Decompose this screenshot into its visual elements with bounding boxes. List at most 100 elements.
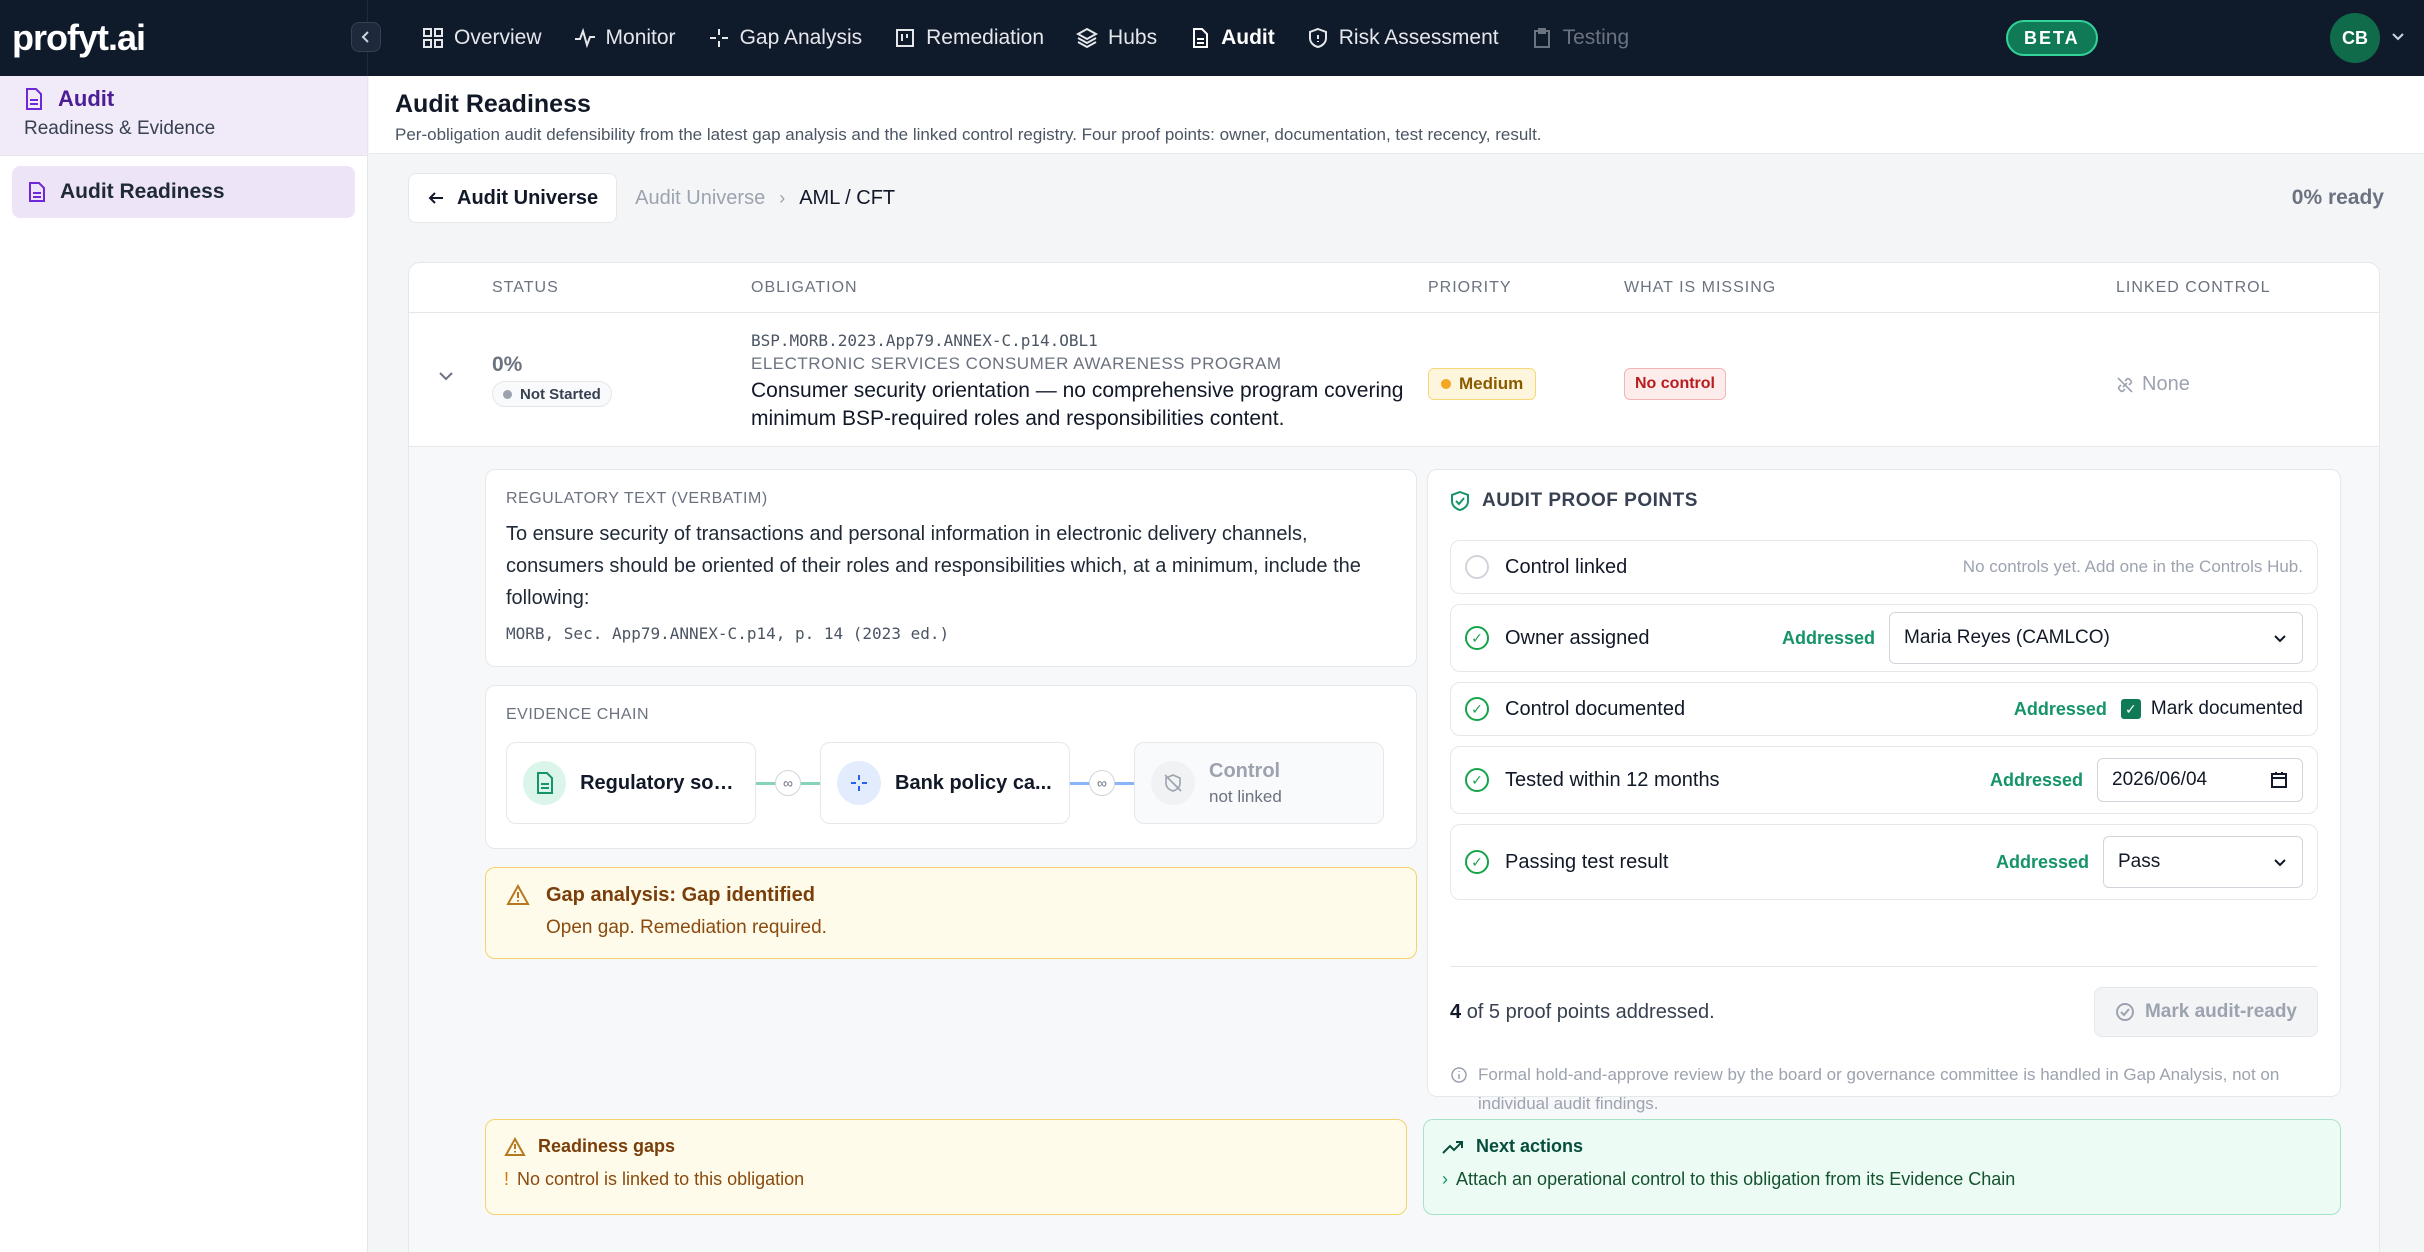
regulatory-text-label: REGULATORY TEXT (VERBATIM) <box>506 490 768 507</box>
nav-label: Remediation <box>926 26 1045 49</box>
mark-documented-checkbox[interactable]: ✓ <box>2120 699 2141 719</box>
document-icon <box>523 761 567 805</box>
sparkle-icon <box>709 29 728 47</box>
evidence-node-label: Control <box>1209 759 1281 782</box>
proof-note: No controls yet. Add one in the Controls… <box>1962 557 2303 576</box>
layers-icon <box>1076 27 1099 49</box>
back-button-label: Audit Universe <box>457 186 599 209</box>
breadcrumb: Audit Universe Audit Universe › AML / CF… <box>408 172 2384 224</box>
evidence-node-bank-policy[interactable]: Bank policy ca... <box>820 742 1070 824</box>
mark-audit-ready-button[interactable]: Mark audit-ready <box>2093 987 2318 1037</box>
priority-badge: Medium <box>1428 368 1537 400</box>
proof-status: Addressed <box>2013 698 2107 719</box>
nav-overview[interactable]: Overview <box>406 16 558 60</box>
row-expand-toggle[interactable] <box>437 367 455 390</box>
linked-control-value: None <box>2142 373 2190 395</box>
evidence-node-sub: not linked <box>1209 786 1282 806</box>
info-icon <box>1451 1067 1467 1083</box>
chevron-down-icon <box>2392 33 2404 41</box>
nav-gap-analysis[interactable]: Gap Analysis <box>692 16 879 60</box>
back-button[interactable]: Audit Universe <box>408 173 618 223</box>
proof-count: 4 of 5 proof points addressed. <box>1450 1001 1715 1024</box>
user-avatar[interactable]: CB <box>2330 13 2380 63</box>
proof-row-owner-assigned: ✓ Owner assigned Addressed Maria Reyes (… <box>1450 604 2318 672</box>
sidebar-section-title: Audit <box>58 86 115 111</box>
shield-off-icon <box>1151 761 1195 805</box>
evidence-node-regulatory-source[interactable]: Regulatory sou... <box>506 742 756 824</box>
table-row[interactable]: 0% Not Started BSP.MORB.2023.App79.ANNEX… <box>409 313 2379 447</box>
sidebar-section-header: Audit Readiness & Evidence <box>0 76 367 156</box>
shield-icon <box>1308 27 1327 49</box>
test-date-input[interactable]: 2026/06/04 <box>2097 758 2303 802</box>
proof-status-icon <box>1465 555 1489 579</box>
brand-logo[interactable]: profyt.ai <box>12 17 146 59</box>
owner-select-value: Maria Reyes (CAMLCO) <box>1904 627 2110 648</box>
file-icon <box>29 182 45 202</box>
row-details: REGULATORY TEXT (VERBATIM) To ensure sec… <box>409 447 2379 1252</box>
obligation-title: Consumer security orientation — no compr… <box>751 379 1404 430</box>
nav-remediation[interactable]: Remediation <box>878 16 1060 60</box>
nav-label: Overview <box>454 26 542 49</box>
evidence-chain-label: EVIDENCE CHAIN <box>506 706 650 723</box>
sidebar-section-subtitle: Readiness & Evidence <box>24 118 216 139</box>
proof-row-passing-result: ✓ Passing test result Addressed Pass <box>1450 824 2318 900</box>
proof-label: Control linked <box>1505 555 1628 578</box>
proof-label: Control documented <box>1505 697 1686 720</box>
sidebar-collapse-button[interactable] <box>351 22 381 52</box>
readiness-percent: 0% ready <box>2291 186 2384 209</box>
warning-icon <box>504 1136 526 1156</box>
breadcrumb-current: AML / CFT <box>799 186 896 209</box>
sidebar-item-audit-readiness[interactable]: Audit Readiness <box>12 166 355 218</box>
nav-risk-assessment[interactable]: Risk Assessment <box>1291 16 1515 60</box>
chevron-down-icon <box>2274 635 2286 643</box>
page-subtitle: Per-obligation audit defensibility from … <box>395 125 1542 144</box>
proof-status: Addressed <box>1995 851 2089 872</box>
check-circle-icon: ✓ <box>1465 768 1489 792</box>
shield-check-icon <box>1451 490 1469 512</box>
user-menu-toggle[interactable] <box>2390 28 2406 49</box>
nav-hubs[interactable]: Hubs <box>1060 16 1173 60</box>
sparkle-icon <box>837 761 881 805</box>
chevron-right-icon: › <box>779 187 786 208</box>
check-circle-icon <box>2115 1003 2134 1021</box>
nav-monitor[interactable]: Monitor <box>558 16 692 60</box>
proof-count-suffix: of 5 proof points addressed. <box>1466 1000 1715 1023</box>
proof-row-tested: ✓ Tested within 12 months Addressed 2026… <box>1450 746 2318 814</box>
proof-row-control-documented: ✓ Control documented Addressed ✓ Mark do… <box>1450 682 2318 736</box>
evidence-node-label: Bank policy ca... <box>895 771 1052 794</box>
next-action-item[interactable]: › Attach an operational control to this o… <box>1442 1169 2322 1190</box>
nav-label: Monitor <box>605 26 676 49</box>
proof-status: Addressed <box>1781 627 1875 648</box>
nav-label: Risk Assessment <box>1338 26 1499 49</box>
nav-testing[interactable]: Testing <box>1515 16 1646 60</box>
owner-select[interactable]: Maria Reyes (CAMLCO) <box>1889 612 2303 664</box>
row-percent: 0% <box>492 353 523 376</box>
obligation-code: BSP.MORB.2023.App79.ANNEX-C.p14.OBL1 <box>751 331 1098 350</box>
evidence-node-control[interactable]: Control not linked <box>1134 742 1384 824</box>
chevron-left-icon <box>361 31 369 43</box>
nav-label: Testing <box>1562 26 1630 49</box>
linked-control: None <box>2116 373 2190 396</box>
grid-icon <box>423 28 443 48</box>
proof-row-control-linked: Control linked No controls yet. Add one … <box>1450 540 2318 594</box>
sidebar-item-label: Audit Readiness <box>60 180 225 203</box>
table-header: STATUS OBLIGATION PRIORITY WHAT IS MISSI… <box>409 263 2379 313</box>
chain-link: ∞ <box>1070 763 1134 803</box>
file-icon <box>1193 28 1209 48</box>
governance-note: Formal hold-and-approve review by the bo… <box>1450 1060 2318 1118</box>
proof-label: Passing test result <box>1505 850 1669 873</box>
mark-documented-label[interactable]: Mark documented <box>2151 698 2303 720</box>
test-result-select[interactable]: Pass <box>2103 836 2303 888</box>
test-result-value: Pass <box>2118 851 2161 872</box>
nav-audit[interactable]: Audit <box>1173 16 1291 60</box>
page-title: Audit Readiness <box>395 90 591 118</box>
header-status: STATUS <box>492 279 559 296</box>
obligations-table: STATUS OBLIGATION PRIORITY WHAT IS MISSI… <box>408 262 2380 1252</box>
proof-points-title-label: AUDIT PROOF POINTS <box>1482 490 1698 511</box>
header-obligation: OBLIGATION <box>751 279 858 296</box>
chevron-down-icon <box>2274 859 2286 867</box>
breadcrumb-parent[interactable]: Audit Universe <box>635 187 765 210</box>
link-icon: ∞ <box>775 770 801 796</box>
gap-analysis-text: Open gap. Remediation required. <box>546 917 827 938</box>
brand: profyt.ai <box>0 0 381 76</box>
